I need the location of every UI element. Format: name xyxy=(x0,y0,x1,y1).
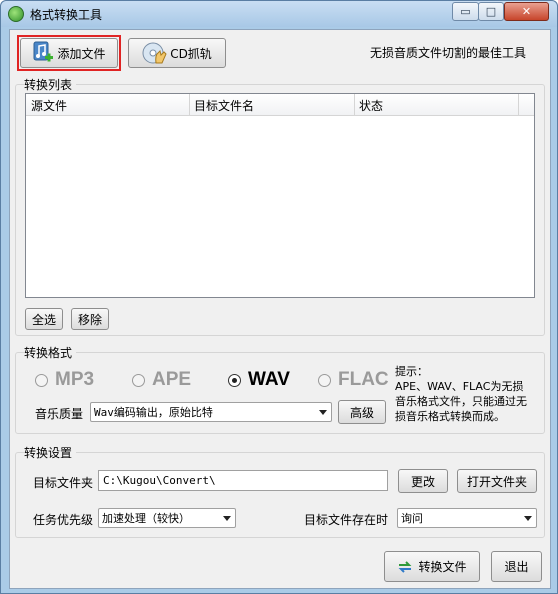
column-source[interactable]: 源文件 xyxy=(31,97,67,114)
quality-label: 音乐质量 xyxy=(35,407,84,421)
exists-value: 询问 xyxy=(401,512,423,525)
quality-select[interactable]: Wav编码输出，原始比特 xyxy=(90,402,332,422)
chevron-down-icon xyxy=(319,410,327,415)
column-status[interactable]: 状态 xyxy=(359,97,383,114)
format-flac-label: FLAC xyxy=(338,369,389,390)
list-header: 源文件 目标文件名 状态 xyxy=(26,94,534,116)
column-divider[interactable] xyxy=(189,94,190,116)
format-wav-radio[interactable]: WAV xyxy=(228,369,290,391)
hint-title: 提示： xyxy=(395,365,428,378)
format-ape-radio[interactable]: APE xyxy=(132,369,191,391)
minimize-button[interactable]: ▭ xyxy=(452,2,479,21)
chevron-down-icon xyxy=(524,516,532,521)
tagline: 无损音质文件切割的最佳工具 xyxy=(370,46,527,60)
format-label: 转换格式 xyxy=(24,344,77,361)
priority-label: 任务优先级 xyxy=(33,513,94,527)
open-folder-button[interactable]: 打开文件夹 xyxy=(457,469,537,493)
column-target[interactable]: 目标文件名 xyxy=(194,97,254,114)
format-ape-label: APE xyxy=(152,369,192,390)
title-bar[interactable]: 格式转换工具 ▭ □ ✕ xyxy=(1,1,557,27)
cd-hand-icon xyxy=(142,42,167,64)
priority-select[interactable]: 加速处理（较快） xyxy=(98,508,236,528)
settings-label: 转换设置 xyxy=(24,444,77,461)
select-all-button[interactable]: 全选 xyxy=(25,308,63,330)
add-file-label: 添加文件 xyxy=(57,46,106,61)
convert-label: 转换文件 xyxy=(418,560,467,574)
file-list[interactable]: 源文件 目标文件名 状态 xyxy=(25,93,535,298)
format-hint: 提示： APE、WAV、FLAC为无损 音乐格式文件，只能通过无 损音乐格式转换… xyxy=(395,364,540,424)
target-folder-label: 目标文件夹 xyxy=(33,476,94,490)
format-wav-label: WAV xyxy=(248,369,290,390)
convert-arrows-icon xyxy=(399,560,412,573)
app-logo-icon xyxy=(8,6,24,22)
exit-button[interactable]: 退出 xyxy=(491,551,542,582)
close-button[interactable]: ✕ xyxy=(504,2,549,21)
convert-list-label: 转换列表 xyxy=(24,76,77,93)
cd-rip-button[interactable]: CD抓轨 xyxy=(128,38,226,68)
radio-button[interactable] xyxy=(35,373,48,387)
remove-button[interactable]: 移除 xyxy=(71,308,109,330)
radio-button[interactable] xyxy=(132,373,145,387)
music-note-add-icon xyxy=(33,41,54,62)
target-folder-input[interactable]: C:\Kugou\Convert\ xyxy=(98,470,388,491)
format-mp3-radio[interactable]: MP3 xyxy=(35,369,94,391)
change-folder-button[interactable]: 更改 xyxy=(398,469,448,493)
exists-label: 目标文件存在时 xyxy=(304,513,389,527)
hint-text: APE、WAV、FLAC为无损 音乐格式文件，只能通过无 损音乐格式转换而成。 xyxy=(395,380,527,423)
target-folder-value: C:\Kugou\Convert\ xyxy=(103,474,216,487)
radio-button[interactable] xyxy=(318,373,331,387)
add-file-button[interactable]: 添加文件 xyxy=(20,38,118,68)
window-title: 格式转换工具 xyxy=(30,8,103,22)
advanced-button[interactable]: 高级 xyxy=(338,400,386,424)
convert-button[interactable]: 转换文件 xyxy=(384,551,480,582)
column-divider[interactable] xyxy=(354,94,355,116)
chevron-down-icon xyxy=(223,516,231,521)
main-panel: 添加文件 CD抓轨 无损音质文件切割的最佳工具 转换列表 源文件 目标文件名 状… xyxy=(9,29,551,589)
cd-rip-label: CD抓轨 xyxy=(170,46,212,61)
radio-button-selected[interactable] xyxy=(228,373,241,387)
app-window: 格式转换工具 ▭ □ ✕ 添加文件 CD抓轨 无损音质文件切割的最佳工具 转换列… xyxy=(0,0,558,594)
column-divider[interactable] xyxy=(518,94,519,116)
maximize-button[interactable]: □ xyxy=(478,2,504,21)
quality-value: Wav编码输出，原始比特 xyxy=(94,406,213,419)
format-mp3-label: MP3 xyxy=(55,369,95,390)
priority-value: 加速处理（较快） xyxy=(102,512,190,525)
exists-select[interactable]: 询问 xyxy=(397,508,537,528)
format-flac-radio[interactable]: FLAC xyxy=(318,369,389,391)
